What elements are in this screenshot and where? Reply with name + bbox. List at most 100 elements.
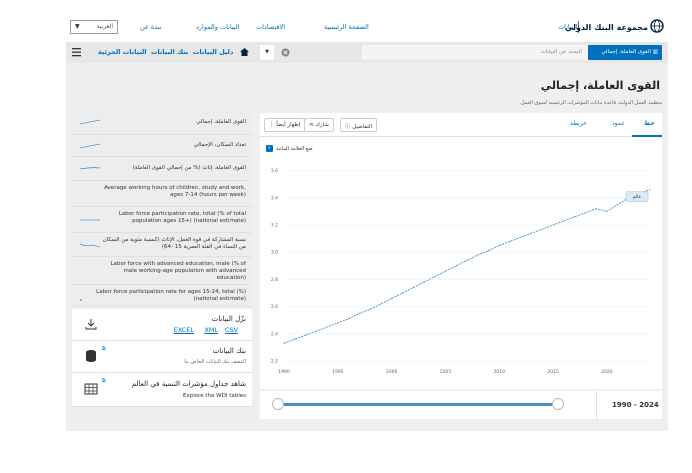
csv-link[interactable]: CSV	[225, 326, 238, 334]
watermark-label: ضع العلامة المائية	[276, 146, 313, 152]
data-point	[434, 276, 436, 278]
data-point	[584, 212, 586, 214]
home-icon[interactable]	[239, 47, 250, 57]
indicator-item[interactable]: Labor force with advanced education, mal…	[72, 257, 252, 285]
data-point	[488, 250, 490, 252]
dropdown-toggle[interactable]: ▼	[260, 45, 274, 60]
x-tick-label: 1995	[332, 369, 344, 375]
databank-subtitle: اكتشف بنك البيانات الخاص بنا	[184, 359, 246, 365]
range-fill	[278, 403, 556, 406]
clear-search-icon[interactable]	[281, 48, 290, 57]
data-point	[531, 232, 533, 234]
range-panel: 1990 - 2024	[260, 391, 662, 419]
data-point	[466, 259, 468, 261]
tooltip-label: عالم	[633, 195, 642, 200]
data-point	[326, 326, 328, 328]
indicator-item[interactable]: Labor force participation rate for ages …	[72, 285, 252, 307]
external-link-icon: ⧉	[102, 378, 106, 384]
nav-economies[interactable]: الاقتصادات	[256, 23, 285, 31]
data-point	[574, 216, 576, 218]
indicator-item[interactable]: نسبة المشاركة في قوة العمل، الإناث (كنسب…	[72, 233, 252, 257]
nav-home[interactable]: الصفحة الرئيسية	[324, 23, 369, 31]
indicator-item[interactable]: تعداد السكان، الإجمالي	[72, 135, 252, 157]
wdi-subtitle: Explore the WDI tables	[182, 393, 246, 399]
sparkline-icon	[80, 143, 100, 149]
nav-about[interactable]: نبذة عن	[140, 23, 161, 31]
y-tick-label: 2.6	[271, 304, 278, 310]
data-point	[412, 287, 414, 289]
download-icon[interactable]	[84, 317, 98, 331]
range-label: 1990 - 2024	[612, 401, 659, 409]
share-icon: ⋖	[309, 122, 314, 128]
data-point	[649, 189, 651, 191]
nav-data-resources[interactable]: البيانات والموارد	[196, 23, 240, 31]
active-tab-indicator	[632, 135, 662, 137]
excel-link[interactable]: EXCEL	[174, 326, 194, 334]
y-tick-label: 3.2	[271, 223, 278, 229]
search-input[interactable]: البحث عن البيانات	[362, 45, 588, 60]
search-button[interactable]: ▥ القوى العاملة، إجمالي	[588, 45, 662, 60]
data-point	[401, 292, 403, 294]
related-indicators: القوى العاملة، إجمالي تعداد السكان، الإج…	[72, 111, 252, 307]
source-note: منظمة العمل الدولية، قاعدة بيانات المؤشر…	[519, 100, 662, 106]
sparkline-icon	[80, 119, 100, 125]
data-point	[283, 342, 285, 344]
more-icon: ⋮	[269, 122, 275, 128]
data-point	[348, 318, 350, 320]
y-tick-label: 3.6	[271, 168, 278, 174]
data-point	[423, 281, 425, 283]
sparkline-icon	[80, 167, 100, 170]
data-point	[391, 297, 393, 299]
y-tick-label: 3.4	[271, 195, 278, 201]
data-point	[380, 303, 382, 305]
indicator-item[interactable]: Labor force participation rate, total (%…	[72, 207, 252, 233]
data-point	[541, 228, 543, 230]
data-point	[520, 236, 522, 238]
wdi-box[interactable]: ⧉ شاهد جداول مؤشرات التنمية في العالم Ex…	[72, 373, 252, 407]
divider	[596, 391, 597, 419]
chevron-down-icon: ▼	[75, 23, 80, 30]
range-handle-start[interactable]	[272, 398, 284, 410]
xml-link[interactable]: XML	[204, 326, 218, 334]
databank-box[interactable]: ⧉ بنك البيانات اكتشف بنك البيانات الخاص …	[72, 341, 252, 373]
menu-icon[interactable]	[71, 47, 83, 58]
top-header: ▼ العربية نبذة عن البيانات والموارد الاق…	[66, 14, 668, 42]
page-title: القوى العاملة، إجمالي	[540, 79, 660, 92]
y-tick-label: 2.8	[271, 277, 278, 283]
y-tick-label: 2.2	[271, 359, 278, 365]
wdi-title: شاهد جداول مؤشرات التنمية في العالم	[131, 380, 246, 388]
main-area: القوى العاملة، إجمالي منظمة العمل الدولي…	[66, 63, 668, 431]
x-tick-label: 2010	[494, 369, 506, 375]
range-handle-end[interactable]	[552, 398, 564, 410]
data-point	[498, 244, 500, 246]
data-point	[563, 220, 565, 222]
data-point	[552, 224, 554, 226]
show-more-button[interactable]: ⋮ إظهار أيضاً	[264, 118, 306, 132]
x-tick-label: 2020	[601, 369, 613, 375]
database-icon	[86, 350, 96, 362]
tab-line[interactable]: خط	[644, 120, 655, 127]
download-box: نزّل البيانات CSV XML EXCEL	[72, 309, 252, 341]
globe-logo-icon	[650, 19, 664, 33]
share-button[interactable]: ⋖ شارك	[304, 118, 334, 132]
data-guide-link[interactable]: دليل البيانات	[193, 48, 233, 56]
indicator-item[interactable]: القوى العاملة، إجمالي	[72, 111, 252, 135]
details-button[interactable]: ⓘ التفاصيل	[340, 118, 378, 132]
databank-link[interactable]: بنك البيانات	[151, 48, 188, 56]
table-icon	[84, 383, 98, 395]
x-tick-label: 2015	[547, 369, 559, 375]
indicator-item[interactable]: القوى العاملة، إناث (% من إجمالي القوى ا…	[72, 157, 252, 181]
tab-map[interactable]: خريطة	[570, 120, 587, 127]
microdata-link[interactable]: البيانات الجزئية	[98, 48, 147, 56]
data-point	[315, 330, 317, 332]
line-chart: 2.2 2.4 2.6 2.8 3.0 3.2 3.4 3.6 1990 1995 2000 2005…	[271, 168, 651, 375]
logo-text[interactable]: مجموعة البنك الدولي	[565, 23, 648, 32]
chevron-down-icon: ▼	[265, 49, 269, 55]
data-point	[369, 308, 371, 310]
language-select[interactable]: ▼ العربية	[70, 20, 118, 34]
info-icon: ⓘ	[345, 124, 351, 130]
indicator-item[interactable]: Average working hours of children, study…	[72, 181, 252, 207]
tab-column[interactable]: عمود	[612, 120, 625, 127]
data-point	[337, 322, 339, 324]
watermark-checkbox[interactable]: ✓	[266, 145, 273, 152]
